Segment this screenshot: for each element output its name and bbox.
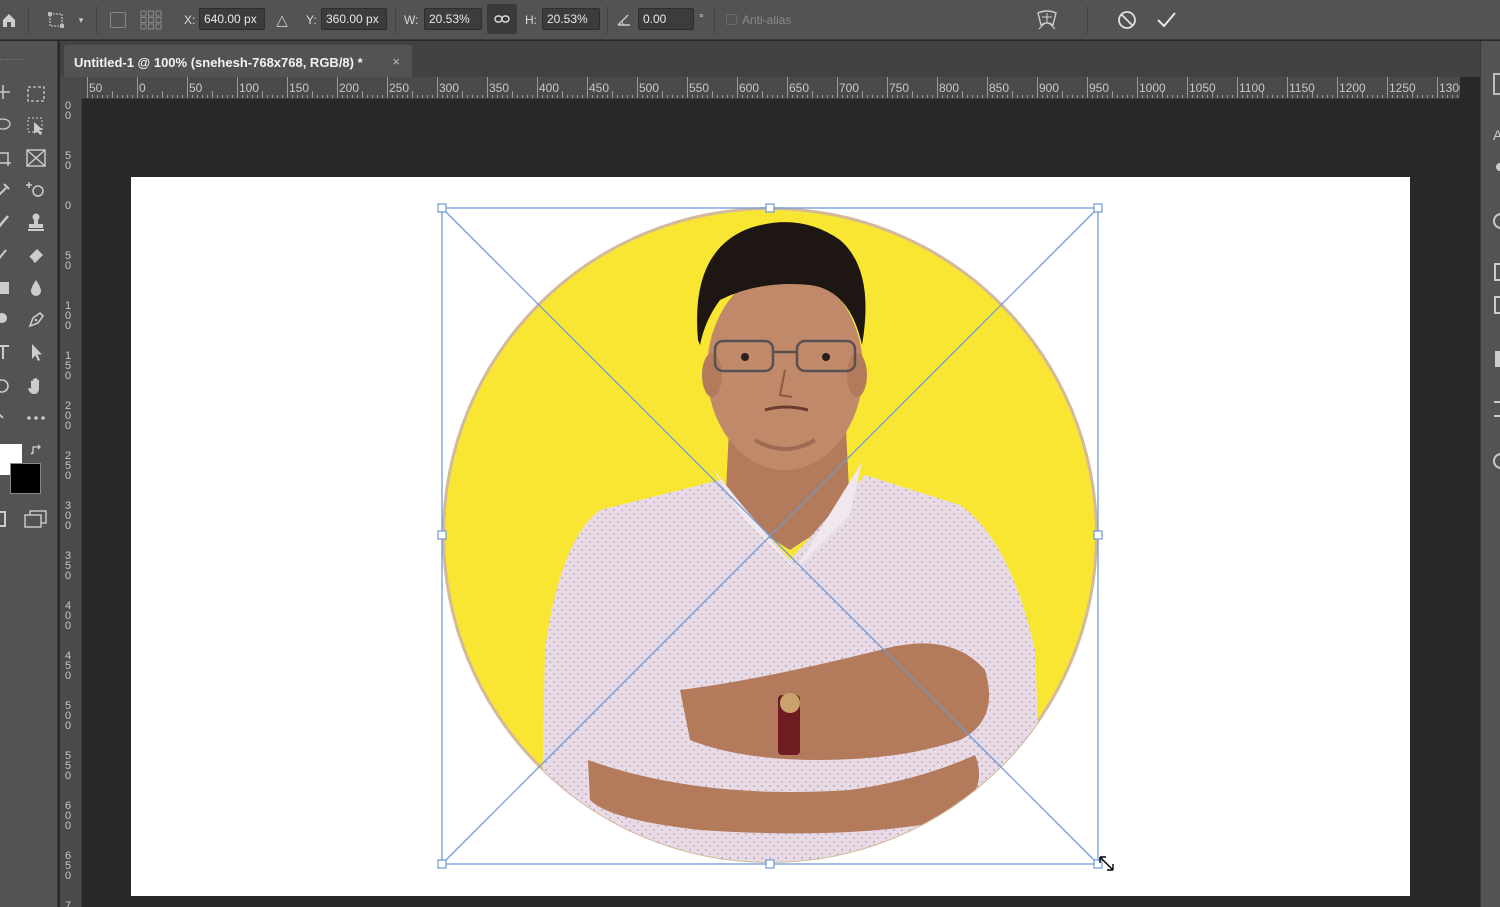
placed-image-layer[interactable] — [0, 0, 1500, 907]
handle-top-center[interactable] — [765, 203, 775, 213]
handle-top-right[interactable] — [1093, 203, 1103, 213]
handle-top-left[interactable] — [437, 203, 447, 213]
handle-bottom-left[interactable] — [437, 859, 447, 869]
handle-bottom-right[interactable] — [1093, 859, 1103, 869]
handle-middle-right[interactable] — [1093, 530, 1103, 540]
handle-middle-left[interactable] — [437, 530, 447, 540]
handle-bottom-center[interactable] — [765, 859, 775, 869]
